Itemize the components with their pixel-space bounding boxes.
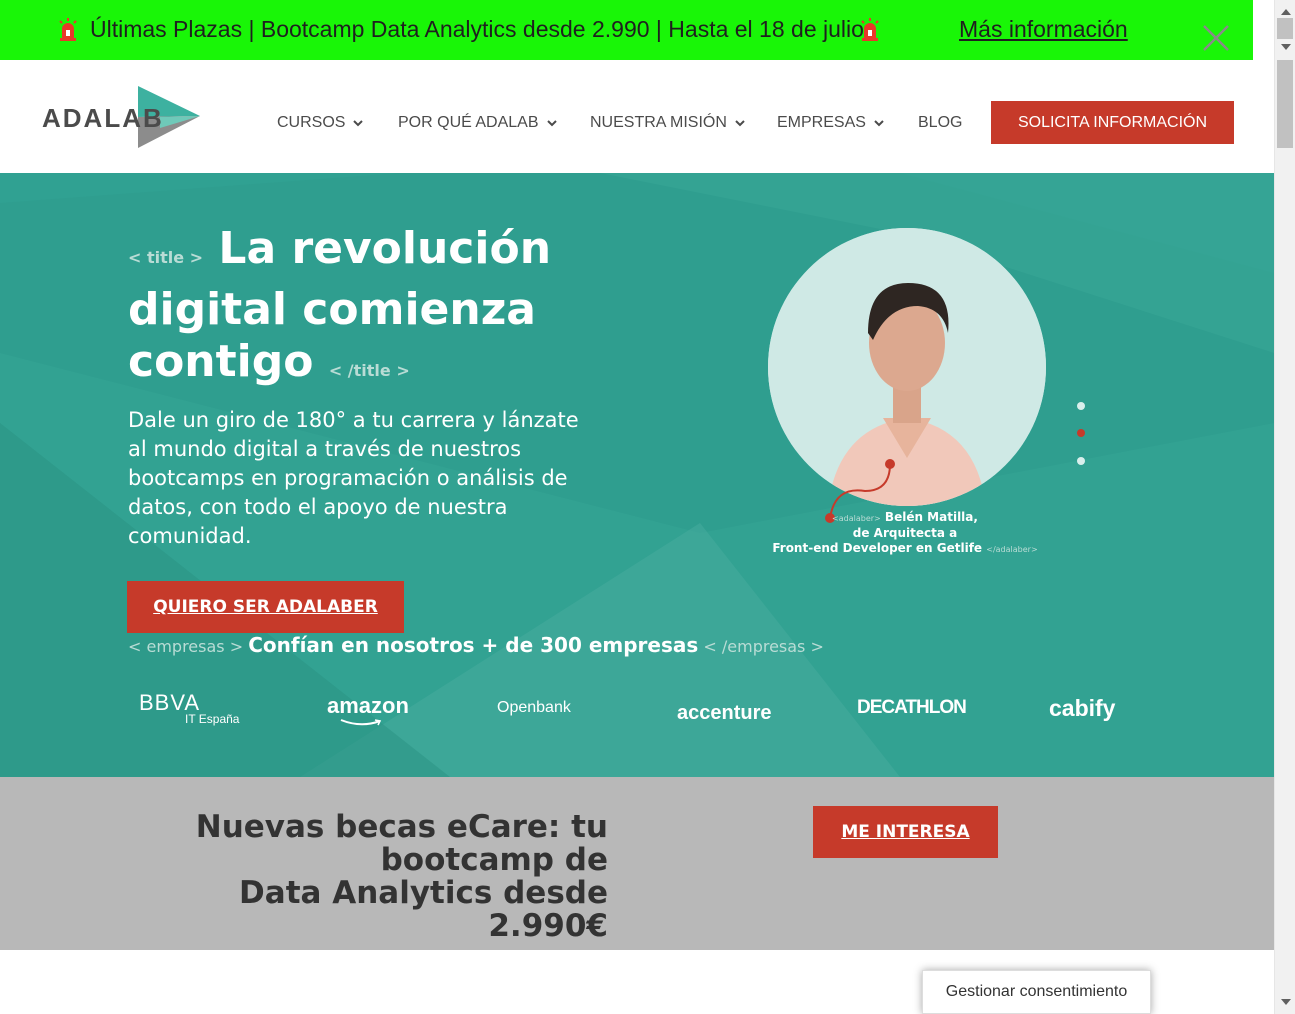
nav-label: POR QUÉ ADALAB — [398, 114, 539, 131]
companies-tag-close: < /empresas > — [703, 637, 824, 656]
scholarship-line-2: Data Analytics desde 2.990€ — [239, 875, 608, 944]
adalaber-portrait — [768, 228, 1046, 506]
companies-heading: < empresas > Confían en nosotros + de 30… — [128, 633, 824, 657]
scroll-thumb[interactable] — [1277, 60, 1293, 148]
nav-item-cursos[interactable]: CURSOS — [277, 114, 364, 132]
nav-label: EMPRESAS — [777, 114, 866, 131]
manage-consent-button[interactable]: Gestionar consentimiento — [922, 970, 1151, 1014]
caption-line-1: <adalaber> Belén Matilla, — [770, 510, 1040, 526]
portrait-illustration — [768, 228, 1046, 506]
brand-logo-cabify: cabify — [1049, 695, 1116, 721]
promo-scroll-thumb[interactable] — [1277, 18, 1293, 39]
slider-dot[interactable] — [1077, 457, 1085, 465]
caption-line-3: Front-end Developer en Getlife </adalabe… — [770, 541, 1040, 557]
logo-text: ADALAB — [42, 103, 164, 133]
scroll-down-arrow-icon[interactable] — [1281, 44, 1291, 50]
caption-tag-open: <adalaber> — [832, 514, 881, 523]
nav-item-blog[interactable]: BLOG — [918, 114, 962, 132]
companies-text: Confían en nosotros + de 300 empresas — [248, 633, 699, 657]
site-header: ADALAB CURSOS POR QUÉ ADALAB NUESTRA MIS… — [0, 60, 1274, 173]
hero-title: < title > La revolución digital comienza… — [128, 223, 608, 397]
page-scrollbar[interactable] — [1274, 0, 1295, 1014]
chevron-down-icon — [874, 120, 884, 127]
scroll-down-arrow-icon[interactable] — [1281, 999, 1291, 1005]
become-adalaber-button[interactable]: QUIERO SER ADALABER — [127, 581, 404, 633]
scholarship-banner: Nuevas becas eCare: tu bootcamp de Data … — [0, 777, 1274, 950]
nav-item-empresas[interactable]: EMPRESAS — [777, 114, 884, 132]
caption-tag-close: </adalaber> — [986, 545, 1038, 554]
title-tag-close: < /title > — [328, 361, 410, 380]
siren-icon — [59, 18, 77, 41]
promo-bar: Últimas Plazas | Bootcamp Data Analytics… — [0, 0, 1253, 60]
brand-logo-openbank: Openbank — [497, 699, 571, 716]
chevron-down-icon — [546, 120, 557, 127]
siren-icon — [861, 18, 879, 41]
companies-tag-open: < empresas > — [128, 637, 244, 656]
caption-line-2: de Arquitecta a — [852, 526, 958, 540]
nav-item-por-que-adalab[interactable]: POR QUÉ ADALAB — [398, 114, 557, 132]
chevron-down-icon — [353, 120, 364, 127]
close-icon[interactable] — [1202, 24, 1230, 52]
caption-role: Front-end Developer en Getlife — [772, 541, 983, 555]
hero-section: < title > La revolución digital comienza… — [0, 173, 1274, 777]
promo-text: Últimas Plazas | Bootcamp Data Analytics… — [90, 16, 864, 42]
request-info-button[interactable]: SOLICITA INFORMACIÓN — [991, 101, 1234, 144]
caption-name: Belén Matilla, — [884, 510, 978, 524]
slider-dot[interactable] — [1077, 402, 1085, 410]
nav-label: CURSOS — [277, 114, 346, 131]
brand-logo-accenture: accenture — [677, 702, 772, 724]
promo-more-info-link[interactable]: Más información — [959, 16, 1128, 43]
title-tag-open: < title > — [128, 248, 204, 267]
adalaber-caption: <adalaber> Belén Matilla, de Arquitecta … — [770, 510, 1040, 557]
amazon-smile-icon — [340, 719, 382, 726]
adalab-logo[interactable]: ADALAB — [42, 86, 202, 148]
brand-logo-amazon: amazon — [327, 693, 409, 718]
scholarship-text: Nuevas becas eCare: tu bootcamp de Data … — [140, 811, 608, 943]
slider-dot-active[interactable] — [1077, 429, 1085, 437]
scroll-up-arrow-icon[interactable] — [1281, 9, 1291, 15]
chevron-down-icon — [735, 120, 745, 127]
me-interesa-button[interactable]: ME INTERESA — [813, 806, 998, 858]
nav-label: BLOG — [918, 114, 963, 131]
scholarship-line-1: Nuevas becas eCare: tu bootcamp de — [195, 809, 608, 878]
hero-description: Dale un giro de 180° a tu carrera y lánz… — [128, 408, 579, 548]
nav-label: NUESTRA MISIÓN — [590, 114, 727, 131]
brand-subtitle-bbva: IT España — [185, 712, 240, 726]
nav-item-nuestra-mision[interactable]: NUESTRA MISIÓN — [590, 114, 745, 132]
brand-logo-decathlon: DECATHLON — [857, 697, 967, 718]
